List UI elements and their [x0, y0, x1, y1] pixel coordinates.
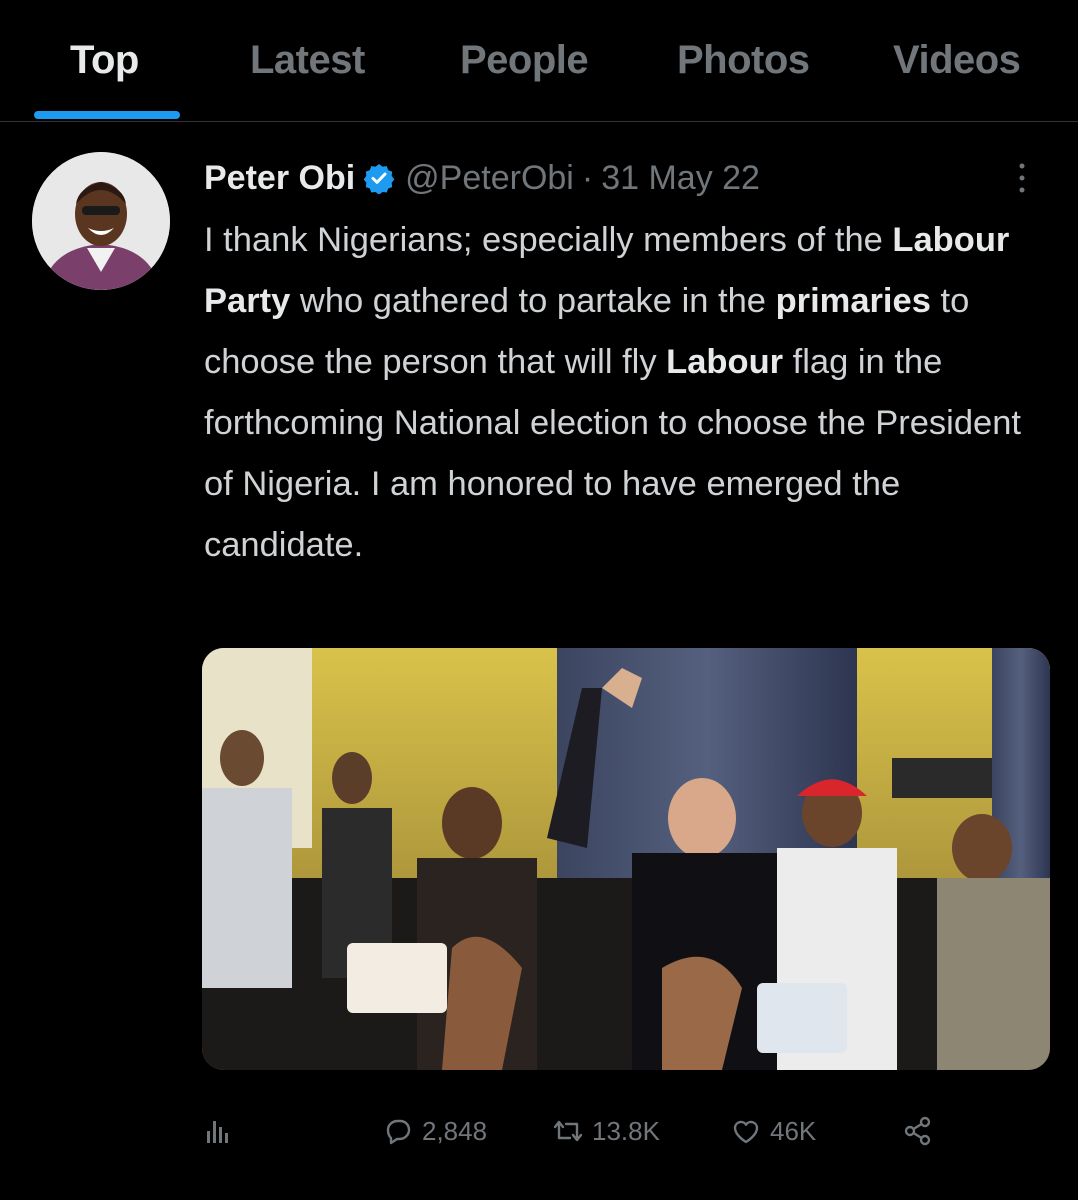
tweet-text-bold-segment: primaries: [775, 282, 931, 320]
like-button[interactable]: 46K: [728, 1109, 816, 1153]
analytics-icon[interactable]: [200, 1109, 242, 1153]
tweet-text-segment: I thank Nigerians; especially members of…: [204, 221, 893, 259]
heart-icon: [733, 1120, 759, 1144]
active-tab-indicator: [34, 111, 180, 119]
avatar[interactable]: [32, 152, 170, 290]
tweet-photo[interactable]: [202, 648, 1050, 1070]
tweet-header: Peter Obi @PeterObi · 31 May 22: [204, 156, 760, 200]
author-name[interactable]: Peter Obi: [204, 159, 355, 198]
tab-latest[interactable]: Latest: [250, 38, 365, 83]
share-icon: [904, 1116, 931, 1146]
separator-dot: ·: [581, 158, 594, 197]
share-button[interactable]: [900, 1109, 942, 1153]
like-count: 46K: [770, 1115, 817, 1146]
author-handle[interactable]: @PeterObi: [405, 159, 574, 198]
reply-icon: [386, 1119, 411, 1145]
tab-photos[interactable]: Photos: [677, 38, 810, 83]
avatar-image: [32, 152, 170, 290]
tab-people[interactable]: People: [460, 38, 589, 83]
tweet-actions: 2,848 13.8K 46K: [0, 1105, 1078, 1155]
search-tabs: Top Latest People Photos Videos: [0, 0, 1078, 122]
tab-top[interactable]: Top: [70, 38, 139, 83]
tweet-text-segment: who gathered to partake in the: [290, 282, 776, 320]
tweet-date[interactable]: 31 May 22: [601, 159, 760, 198]
reply-count: 2,848: [422, 1115, 488, 1146]
tweet-text: I thank Nigerians; especially members of…: [204, 210, 1054, 576]
reply-button[interactable]: 2,848: [380, 1109, 487, 1153]
verified-badge-icon: [363, 162, 395, 195]
retweet-count: 13.8K: [592, 1115, 660, 1146]
retweet-button[interactable]: 13.8K: [550, 1109, 660, 1153]
tweet-text-bold-segment: Labour: [666, 343, 784, 381]
tab-videos[interactable]: Videos: [893, 38, 1021, 83]
retweet-icon: [553, 1120, 583, 1142]
celebration-photo: [202, 648, 1050, 1070]
more-options-icon[interactable]: [1012, 160, 1032, 196]
